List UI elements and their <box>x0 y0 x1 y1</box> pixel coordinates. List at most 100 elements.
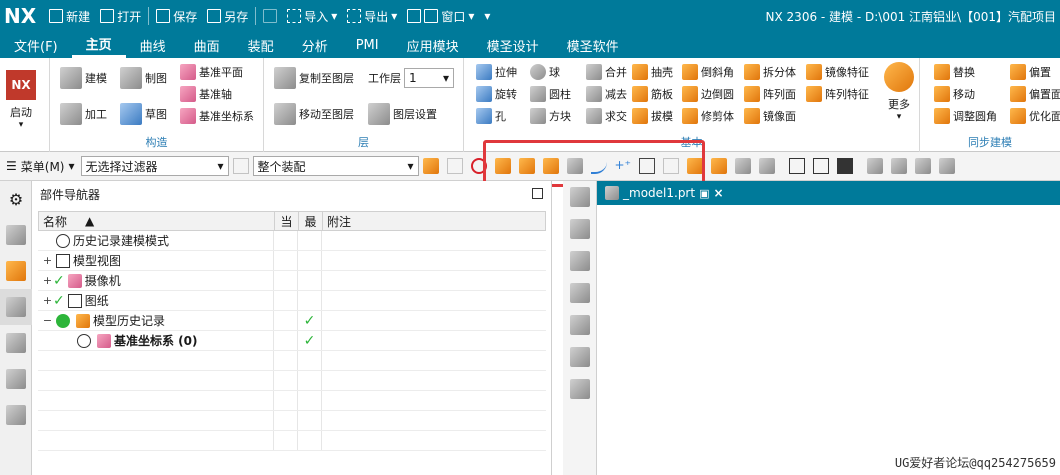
web-browser-tab[interactable] <box>0 397 32 433</box>
datum-axis-button[interactable]: 基准轴 <box>180 84 232 104</box>
rib-button[interactable]: 筋板 <box>632 84 673 104</box>
part-navigator-tab[interactable] <box>0 289 32 325</box>
shell-button[interactable]: 抽壳 <box>632 62 673 82</box>
table-row[interactable]: 基准坐标系 (0) ✓ <box>38 331 546 351</box>
work-layer-select[interactable]: 1 ▾ <box>404 68 454 88</box>
tab-pmi[interactable]: PMI <box>342 32 393 58</box>
modeling-button[interactable]: 建模 <box>60 67 107 89</box>
expand-icon[interactable]: + <box>42 274 53 287</box>
selection-filter-select[interactable]: 无选择过滤器 ▾ <box>80 156 229 176</box>
tab-home[interactable]: 主页 <box>71 32 126 58</box>
expand-icon[interactable]: + <box>42 254 53 267</box>
block-button[interactable]: 方块 <box>530 106 571 126</box>
wedge-button[interactable] <box>563 309 597 341</box>
column-header-name[interactable]: 名称 ▲ <box>39 212 275 230</box>
snap-mode-icon[interactable] <box>710 158 727 174</box>
edges-icon[interactable] <box>938 158 955 174</box>
menu-button[interactable]: ☰ 菜单(M) ▾ <box>0 158 81 175</box>
part-shape-button[interactable] <box>563 373 597 405</box>
optimize-face-button[interactable]: 优化面 <box>1010 106 1060 126</box>
show-only-icon[interactable] <box>758 158 775 174</box>
filter-icon[interactable] <box>232 158 249 174</box>
view-frame-2-icon[interactable] <box>812 158 829 174</box>
more-button[interactable]: 更多 ▾ <box>884 62 914 122</box>
move-face-button[interactable]: 移动 <box>934 84 975 104</box>
unite-button[interactable]: 合并 <box>586 62 627 82</box>
pattern-feature-button[interactable]: 阵列特征 <box>806 84 869 104</box>
grid-button[interactable] <box>258 4 282 28</box>
export-button[interactable]: 导出 ▾ <box>342 4 402 28</box>
assembly-navigator-tab[interactable] <box>0 217 32 253</box>
expand-icon[interactable]: + <box>42 294 53 307</box>
hd3d-tools-tab[interactable] <box>0 361 32 397</box>
edge-blend-button[interactable]: 边倒圆 <box>682 84 734 104</box>
chamfer-profile-button[interactable] <box>563 277 597 309</box>
copy-to-layer-button[interactable]: 复制至图层 <box>274 67 354 89</box>
tab-surface[interactable]: 曲面 <box>180 32 234 58</box>
measure-button[interactable] <box>563 181 597 213</box>
selection-scope-select[interactable]: 整个装配 ▾ <box>252 156 419 176</box>
manufacturing-button[interactable]: 加工 <box>60 103 107 125</box>
start-button[interactable]: NX 启动 ▾ <box>6 70 36 130</box>
tab-analysis[interactable]: 分析 <box>288 32 342 58</box>
hole-button[interactable]: 孔 <box>476 106 506 126</box>
select-options-icon[interactable] <box>446 158 463 174</box>
graphics-viewport[interactable]: UG爱好者论坛@qq254275659 <box>597 205 1060 475</box>
layer-settings-button[interactable]: 图层设置 <box>368 103 437 125</box>
drafting-button[interactable]: 制图 <box>120 67 167 89</box>
open-button[interactable]: 打开 <box>95 4 146 28</box>
column-header-latest[interactable]: 最 <box>299 212 323 230</box>
move-to-layer-button[interactable]: 移动至图层 <box>274 103 354 125</box>
feature-select-icon[interactable] <box>422 158 439 174</box>
revolve-button[interactable]: 旋转 <box>476 84 517 104</box>
tab-curve[interactable]: 曲线 <box>126 32 180 58</box>
tab-file[interactable]: 文件(F) <box>0 32 72 58</box>
offset-button[interactable]: 偏置 <box>1010 62 1051 82</box>
column-header-current[interactable]: 当 <box>275 212 299 230</box>
maximize-icon[interactable] <box>532 188 543 199</box>
hole-profile-button[interactable] <box>563 341 597 373</box>
import-button[interactable]: 导入 ▾ <box>282 4 342 28</box>
l-section-button[interactable] <box>563 245 597 277</box>
table-row[interactable]: + 模型视图 <box>38 251 546 271</box>
save-as-button[interactable]: 另存 <box>202 4 253 28</box>
sphere-button[interactable]: 球 <box>530 62 560 82</box>
customize-qa-button[interactable]: ▾ <box>479 4 495 28</box>
tab-applications[interactable]: 应用模块 <box>393 32 473 58</box>
view-frame-3-icon[interactable] <box>836 158 853 174</box>
resize-blend-button[interactable]: 调整圆角 <box>934 106 997 126</box>
table-row[interactable]: + ✓ 图纸 <box>38 291 546 311</box>
view-frame-icon[interactable] <box>788 158 805 174</box>
trim-body-button[interactable]: 修剪体 <box>682 106 734 126</box>
hidden-line-icon[interactable] <box>914 158 931 174</box>
tab-mould-design[interactable]: 模圣设计 <box>473 32 553 58</box>
tab-mould-software[interactable]: 模圣软件 <box>553 32 633 58</box>
subtract-button[interactable]: 减去 <box>586 84 627 104</box>
new-button[interactable]: 新建 <box>44 4 95 28</box>
table-row[interactable]: + ✓ 摄像机 <box>38 271 546 291</box>
eye-icon[interactable] <box>77 333 91 348</box>
collapse-icon[interactable]: − <box>42 314 53 327</box>
tab-assembly[interactable]: 装配 <box>234 32 288 58</box>
mirror-feature-button[interactable]: 镜像特征 <box>806 62 869 82</box>
constraint-navigator-tab[interactable] <box>0 253 32 289</box>
sketch-button[interactable]: 草图 <box>120 103 167 125</box>
table-row[interactable]: 历史记录建模模式 <box>38 231 546 251</box>
wireframe-icon[interactable] <box>890 158 907 174</box>
close-icon[interactable]: × <box>713 186 723 200</box>
window-menu-button[interactable]: 窗口 ▾ <box>402 4 479 28</box>
replace-face-button[interactable]: 替换 <box>934 62 975 82</box>
document-tab[interactable]: _model1.prt ▣ × <box>597 181 732 205</box>
offset-face-button[interactable]: 偏置面 <box>1010 84 1060 104</box>
intersect-button[interactable]: 求交 <box>586 106 627 126</box>
mirror-face-button[interactable]: 镜像面 <box>744 106 796 126</box>
extrude-button[interactable]: 拉伸 <box>476 62 517 82</box>
reuse-library-tab[interactable] <box>0 325 32 361</box>
split-body-button[interactable]: 拆分体 <box>744 62 796 82</box>
column-header-notes[interactable]: 附注 <box>323 212 545 230</box>
pattern-face-button[interactable]: 阵列面 <box>744 84 796 104</box>
draft-button[interactable]: 拔模 <box>632 106 673 126</box>
shaded-icon[interactable] <box>866 158 883 174</box>
cylinder-button[interactable]: 圆柱 <box>530 84 571 104</box>
boss-button[interactable] <box>563 213 597 245</box>
